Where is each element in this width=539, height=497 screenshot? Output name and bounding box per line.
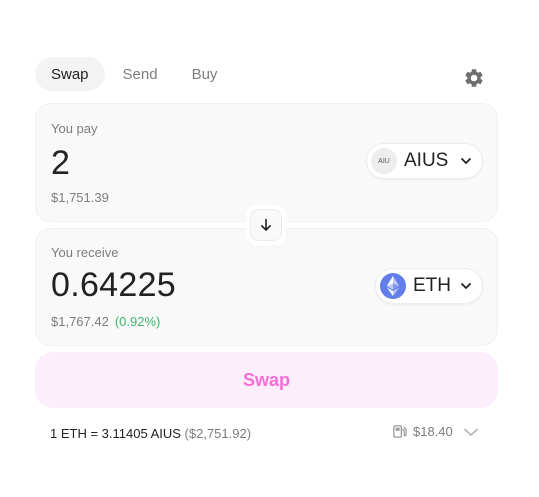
receive-token-selector[interactable]: ETH: [375, 268, 483, 304]
tab-swap-label: Swap: [51, 65, 89, 83]
exchange-rate-text: 1 ETH = 3.11405 AIUS: [50, 426, 181, 441]
receive-usd-change: (0.92%): [114, 314, 161, 329]
gear-icon[interactable]: [463, 67, 485, 89]
receive-panel: You receive 0.64225 $1,767.42 (0.92%) ETH: [35, 228, 498, 346]
exchange-rate[interactable]: 1 ETH = 3.11405 AIUS ($2,751.92): [50, 426, 251, 441]
receive-token-symbol: ETH: [413, 275, 451, 296]
aius-token-icon: AIU: [371, 148, 397, 174]
aius-icon-text: AIU: [378, 157, 390, 165]
pay-token-selector[interactable]: AIU AIUS: [366, 143, 483, 179]
tab-bar: Swap Send Buy: [35, 57, 235, 91]
chevron-down-icon: [461, 283, 471, 289]
swap-button[interactable]: Swap: [35, 352, 498, 408]
tab-send[interactable]: Send: [107, 57, 174, 91]
pay-usd-value: $1,751.39: [51, 190, 109, 205]
tab-buy-label: Buy: [191, 65, 218, 83]
gas-estimate[interactable]: $18.40: [392, 424, 485, 439]
chevron-down-icon: [463, 428, 478, 436]
switch-tokens-button[interactable]: [246, 205, 286, 245]
gas-pump-icon: [393, 425, 407, 438]
exchange-rate-usd: ($2,751.92): [184, 426, 252, 441]
arrow-down-icon: [261, 218, 271, 231]
receive-amount-input[interactable]: 0.64225: [51, 266, 176, 305]
chevron-down-icon: [461, 158, 471, 164]
receive-label: You receive: [51, 245, 119, 260]
ethereum-icon: [380, 273, 406, 299]
pay-amount-input[interactable]: 2: [51, 144, 70, 183]
gas-value: $18.40: [413, 424, 453, 439]
pay-label: You pay: [51, 121, 98, 136]
swap-button-label: Swap: [242, 369, 290, 390]
tab-buy[interactable]: Buy: [176, 57, 234, 91]
tab-send-label: Send: [122, 65, 158, 83]
receive-usd-text: $1,767.42: [51, 314, 109, 329]
tab-swap[interactable]: Swap: [35, 57, 105, 91]
pay-token-symbol: AIUS: [404, 150, 449, 171]
pay-usd-text: $1,751.39: [51, 190, 109, 205]
receive-usd-value: $1,767.42 (0.92%): [51, 314, 160, 329]
